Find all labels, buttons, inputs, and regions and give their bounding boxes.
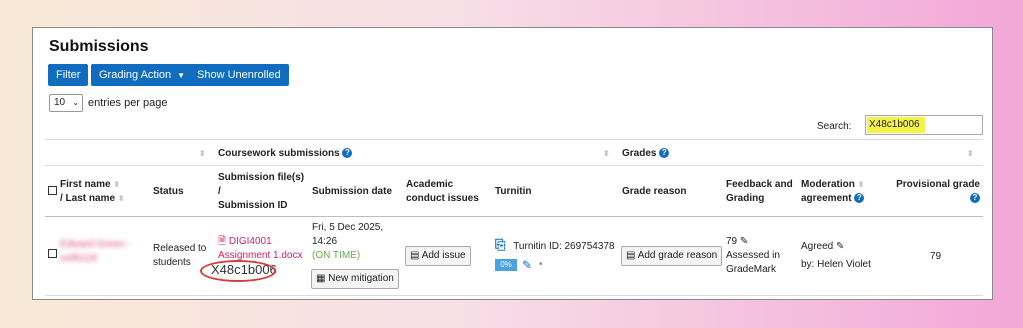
add-grade-reason-label: Add grade reason xyxy=(637,250,718,261)
sort-icon: ⬍ xyxy=(113,180,121,189)
entries-per-page: 10 ⌄ entries per page xyxy=(49,94,168,112)
caret-down-icon: ▼ xyxy=(177,71,186,80)
col-academic-line2: conduct issues xyxy=(406,193,479,204)
feedback-line3: GradeMark xyxy=(726,264,777,275)
new-mitigation-label: New mitigation xyxy=(328,273,394,284)
sort-icon[interactable]: ⬍ xyxy=(603,147,610,161)
col-submission-file[interactable]: Submission file(s) / Submission ID xyxy=(218,171,304,213)
help-icon[interactable]: ? xyxy=(342,148,353,159)
group-grades-label: Grades xyxy=(622,148,657,159)
add-issue-label: Add issue xyxy=(421,250,466,261)
col-provisional-grade[interactable]: Provisional grade ? xyxy=(895,178,980,206)
submissions-panel: Submissions Filter Grading Action ▼ Show … xyxy=(32,27,993,300)
pencil-icon[interactable]: ✎ xyxy=(836,241,844,252)
annotation-circle xyxy=(200,260,276,282)
col-feedback-grading[interactable]: Feedback and Grading xyxy=(726,178,793,206)
col-name-line2: / Last name xyxy=(60,193,116,204)
similarity-score-badge[interactable]: 0% xyxy=(495,259,517,271)
table-top-border xyxy=(45,139,983,140)
chevron-down-icon: ⌄ xyxy=(72,98,79,107)
entries-select[interactable]: 10 ⌄ xyxy=(49,94,83,112)
new-mitigation-button[interactable]: ▦ New mitigation xyxy=(311,269,399,289)
submission-date-cell: Fri, 5 Dec 2025, 14:26 (ON TIME) xyxy=(312,221,383,263)
feedback-line2: Assessed in xyxy=(726,250,780,261)
group-row-border xyxy=(45,165,983,166)
header-bottom-border xyxy=(45,216,983,217)
col-submission-date[interactable]: Submission date xyxy=(312,185,392,199)
show-unenrolled-button[interactable]: Show Unenrolled xyxy=(189,64,289,86)
sort-icon[interactable]: ⬍ xyxy=(199,147,206,161)
group-coursework: Coursework submissions ? xyxy=(218,147,353,161)
col-file-line3: Submission ID xyxy=(218,200,288,211)
col-name-line1: First name xyxy=(60,179,111,190)
help-icon[interactable]: ? xyxy=(970,193,980,204)
date-status: (ON TIME) xyxy=(312,250,361,261)
status-cell: Released to students xyxy=(153,242,206,270)
sort-icon: ⬍ xyxy=(857,180,865,189)
col-academic-line1: Academic xyxy=(406,179,454,190)
filter-button[interactable]: Filter xyxy=(48,64,89,86)
group-grades: Grades ? xyxy=(622,147,670,161)
page-title: Submissions xyxy=(49,38,149,55)
turnitin-icon[interactable]: ⎘ xyxy=(495,237,505,252)
student-name[interactable]: Edward Green - xx96118 xyxy=(60,238,131,266)
submission-file-link[interactable]: 🗎 DIGI4001 Assignment 1.docx xyxy=(218,235,303,263)
status-line2: students xyxy=(153,257,191,268)
status-line1: Released to xyxy=(153,243,207,254)
date-line2: 14:26 xyxy=(312,236,338,247)
student-name-line2: xx96118 xyxy=(60,253,98,264)
add-issue-button[interactable]: ▤ Add issue xyxy=(405,246,471,266)
col-name[interactable]: First name ⬍ / Last name ⬍ xyxy=(60,178,125,206)
moderation-by: by: Helen Violet xyxy=(801,259,871,270)
col-moderation[interactable]: Moderation ⬍ agreement ? xyxy=(801,178,864,206)
col-moderation-line1: Moderation xyxy=(801,179,855,190)
select-all-checkbox[interactable] xyxy=(48,186,57,195)
col-provisional-label: Provisional grade xyxy=(896,179,980,190)
feedback-cell: 79 ✎ Assessed in GradeMark xyxy=(726,235,780,277)
turnitin-cell: ⎘ Turnitin ID: 269754378 xyxy=(495,238,615,254)
moderation-cell: Agreed ✎ by: Helen Violet xyxy=(801,240,871,272)
help-icon[interactable]: ? xyxy=(854,193,865,204)
calendar-icon: ▦ xyxy=(316,273,326,284)
document-icon: 🗎 xyxy=(218,236,227,247)
help-icon[interactable]: ? xyxy=(659,148,670,159)
col-status[interactable]: Status xyxy=(153,185,184,199)
search-label: Search: xyxy=(817,121,852,132)
col-feedback-line1: Feedback and xyxy=(726,179,793,190)
col-moderation-line2: agreement xyxy=(801,193,852,204)
sort-icon: ⬍ xyxy=(117,194,125,203)
student-name-line1: Edward Green - xyxy=(60,239,131,250)
file-line1: DIGI4001 xyxy=(228,236,272,247)
grading-action-label: Grading Action xyxy=(99,69,172,81)
turnitin-id: Turnitin ID: 269754378 xyxy=(513,241,615,252)
col-feedback-line2: Grading xyxy=(726,193,765,204)
row-checkbox[interactable] xyxy=(48,249,57,258)
feedback-grade: 79 xyxy=(726,236,738,247)
sort-icon[interactable]: ⬍ xyxy=(967,147,974,161)
provisional-grade: 79 xyxy=(930,251,942,262)
moderation-status: Agreed xyxy=(801,241,834,252)
edit-icon[interactable]: ✎ xyxy=(522,258,532,272)
group-coursework-label: Coursework submissions xyxy=(218,148,340,159)
add-grade-reason-button[interactable]: ▤ Add grade reason xyxy=(621,246,723,266)
row-bottom-border xyxy=(45,295,983,296)
col-turnitin[interactable]: Turnitin xyxy=(495,185,531,199)
status-dot: • xyxy=(539,259,543,270)
note-icon: ▤ xyxy=(626,250,636,261)
date-line1: Fri, 5 Dec 2025, xyxy=(312,222,384,233)
col-file-line1: Submission file(s) xyxy=(218,172,305,183)
entries-label: entries per page xyxy=(88,97,168,109)
search-input-value: X48c1b006 xyxy=(867,117,925,133)
col-grade-reason[interactable]: Grade reason xyxy=(622,185,686,199)
search-input[interactable]: X48c1b006 xyxy=(865,115,983,135)
col-file-line2: / xyxy=(218,186,221,197)
pencil-icon[interactable]: ✎ xyxy=(740,236,748,247)
note-icon: ▤ xyxy=(410,250,420,261)
entries-select-value: 10 xyxy=(54,97,66,108)
grading-action-button[interactable]: Grading Action ▼ xyxy=(91,64,194,86)
col-academic-conduct[interactable]: Academic conduct issues xyxy=(406,178,479,206)
